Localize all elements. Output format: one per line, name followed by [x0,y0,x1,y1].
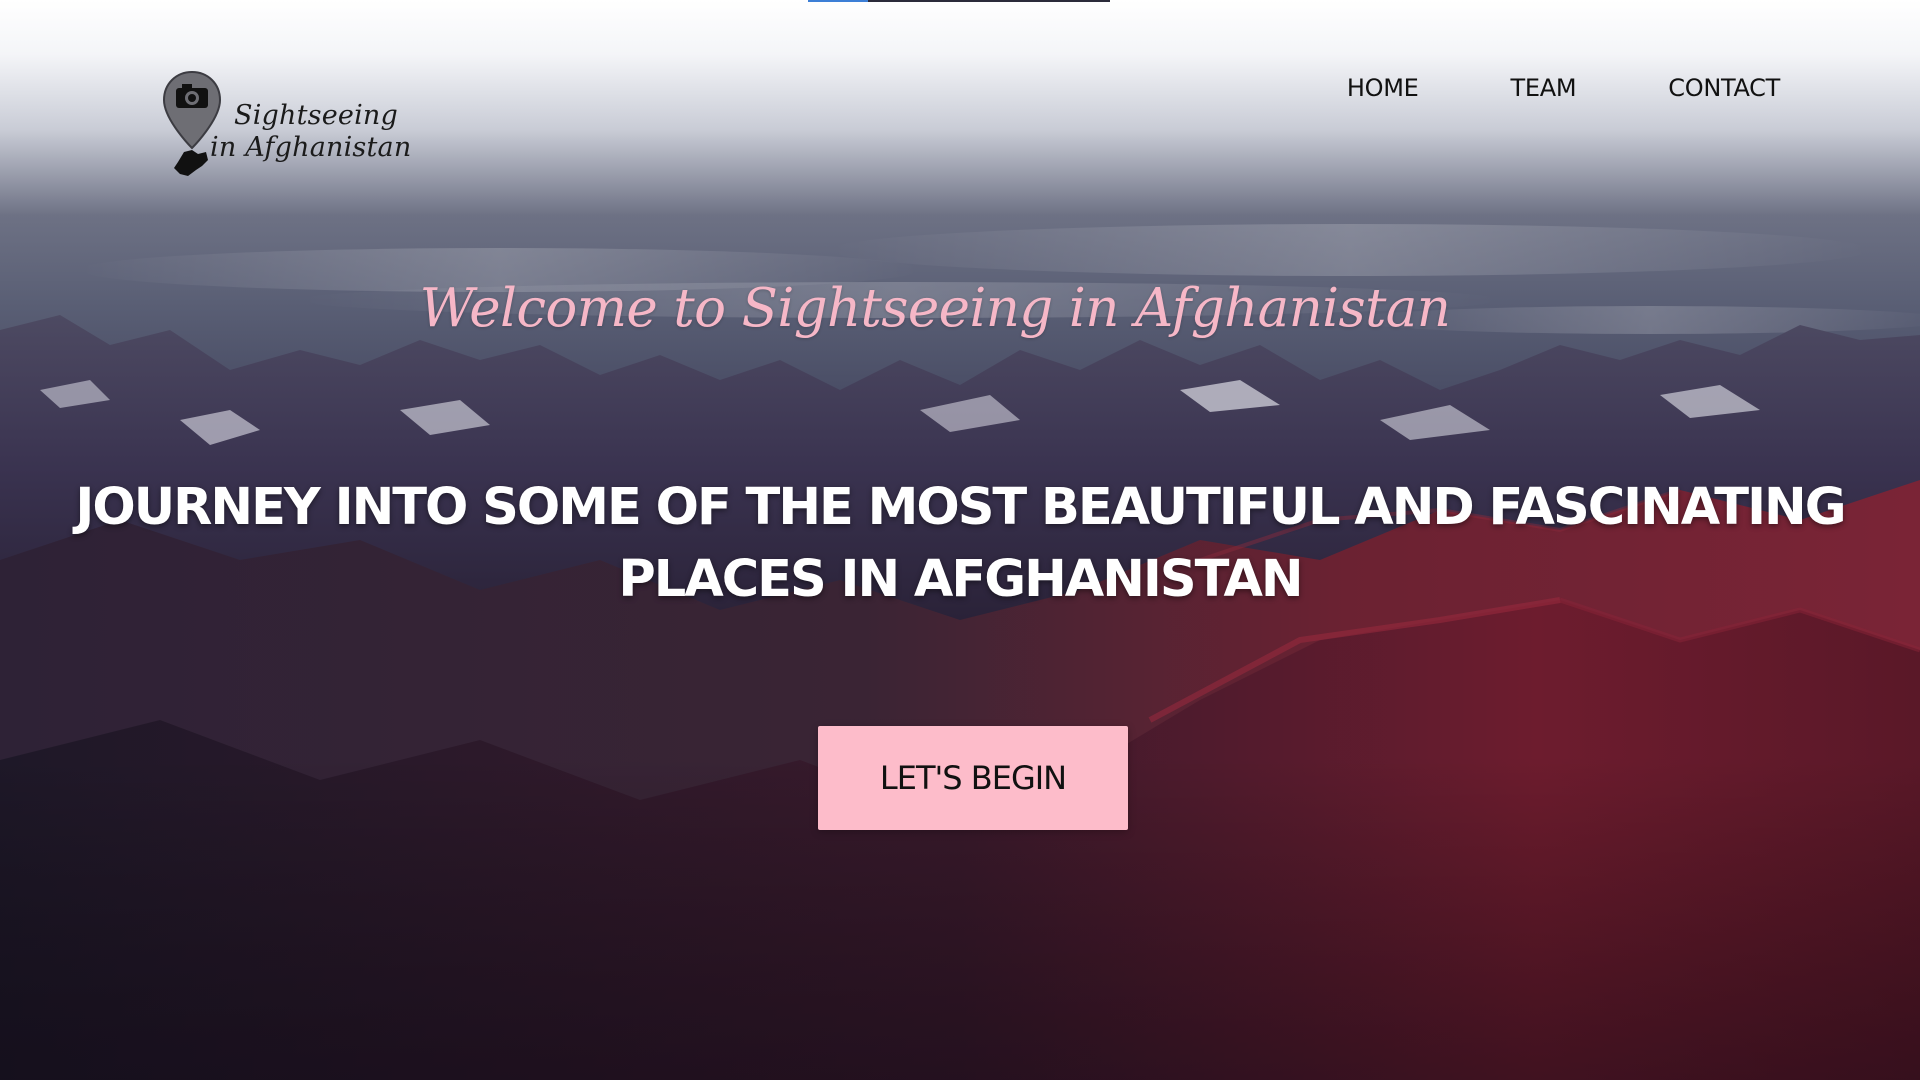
nav-item-home[interactable]: HOME [1347,74,1419,102]
logo-text-line2: in Afghanistan [210,132,412,163]
hero-headline-line2: PLACES IN AFGHANISTAN [618,550,1303,609]
nav-item-team[interactable]: TEAM [1511,74,1577,102]
camera-pin-icon [162,70,222,176]
nav-item-contact[interactable]: CONTACT [1668,74,1780,102]
logo-text-line1: Sightseeing [234,100,398,131]
welcome-subtitle: Welcome to Sightseeing in Afghanistan [419,278,1451,339]
hero-headline: JOURNEY INTO SOME OF THE MOST BEAUTIFUL … [60,472,1860,616]
page-load-progress-fill [808,0,869,2]
afghanistan-map-icon [174,150,208,176]
hero-section: Sightseeing in Afghanistan HOME TEAM CON… [0,0,1920,1080]
site-logo[interactable]: Sightseeing in Afghanistan [160,70,411,182]
lets-begin-button[interactable]: LET'S BEGIN [818,726,1128,830]
hero-headline-line1: JOURNEY INTO SOME OF THE MOST BEAUTIFUL … [75,478,1846,537]
main-nav: HOME TEAM CONTACT [1255,74,1780,102]
page-load-progress-bar [808,0,1110,2]
